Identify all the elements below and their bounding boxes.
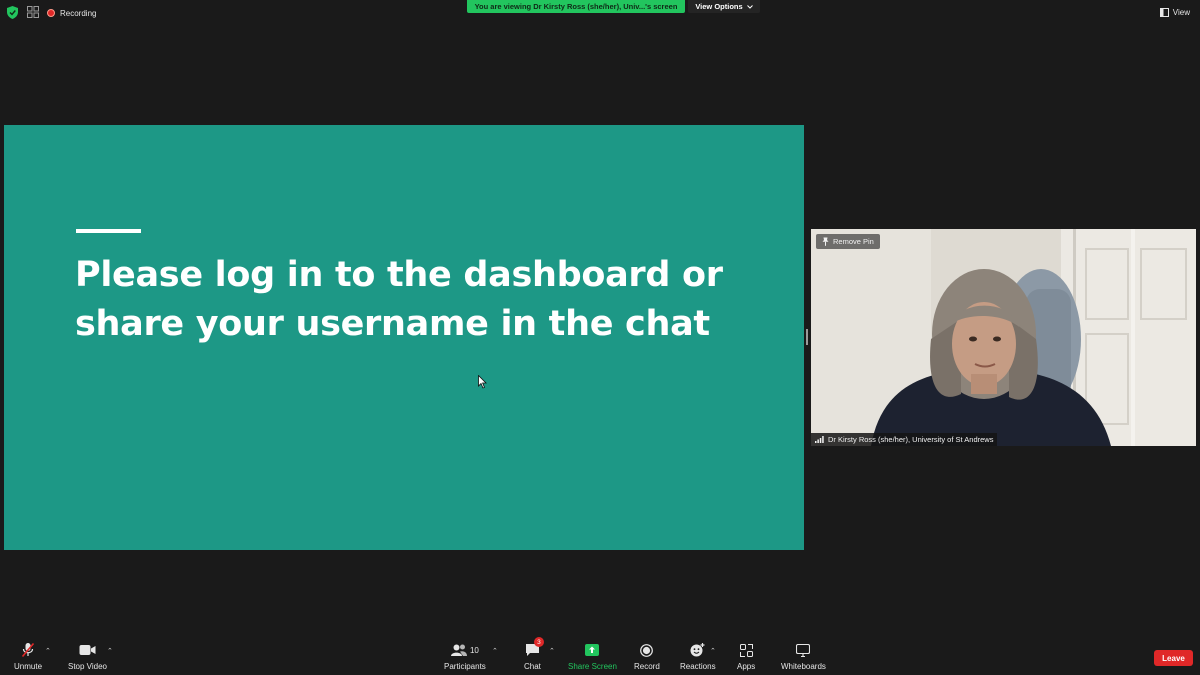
leave-meeting-button[interactable]: Leave [1154, 650, 1193, 666]
security-shield-icon[interactable] [7, 6, 18, 19]
stop-video-label: Stop Video [68, 662, 107, 671]
share-screen-button[interactable]: Share Screen [568, 642, 617, 671]
participants-count: 10 [469, 645, 479, 655]
apps-label: Apps [737, 662, 756, 671]
audio-options-chevron-icon[interactable]: ⌃ [45, 647, 51, 655]
slide-accent-rule [76, 229, 141, 233]
smiley-reaction-icon [690, 643, 705, 657]
reactions-options-chevron-icon[interactable]: ⌃ [710, 647, 716, 655]
unmute-button[interactable]: Unmute [14, 642, 42, 671]
whiteboards-button[interactable]: Whiteboards [781, 642, 826, 671]
signal-strength-icon [815, 436, 824, 443]
record-label: Record [634, 662, 660, 671]
viewing-screen-banner: You are viewing Dr Kirsty Ross (she/her)… [467, 0, 685, 13]
pin-icon [822, 237, 829, 246]
whiteboard-icon [796, 643, 811, 657]
video-camera-icon [79, 645, 96, 655]
chevron-down-icon [746, 4, 753, 9]
record-button[interactable]: Record [634, 642, 660, 671]
microphone-muted-icon [21, 642, 35, 658]
video-options-chevron-icon[interactable]: ⌃ [107, 647, 113, 655]
view-options-label: View Options [695, 2, 743, 11]
recording-dot-icon [47, 9, 55, 17]
participants-button[interactable]: 10 Participants [444, 642, 486, 671]
recording-indicator[interactable]: Recording [47, 6, 96, 20]
participant-name-bar: Dr Kirsty Ross (she/her), University of … [811, 433, 998, 446]
share-screen-icon [585, 644, 600, 656]
chat-options-chevron-icon[interactable]: ⌃ [549, 647, 555, 655]
slide-heading-line-1: Please log in to the dashboard or [75, 255, 723, 295]
participants-label: Participants [444, 662, 486, 671]
participant-name: Dr Kirsty Ross (she/her), University of … [828, 435, 994, 444]
panel-resize-handle[interactable] [806, 329, 808, 345]
shared-screen-slide: Please log in to the dashboard or share … [4, 125, 804, 550]
share-screen-label: Share Screen [568, 662, 617, 671]
slide-heading: Please log in to the dashboard or share … [75, 251, 775, 349]
remove-pin-button[interactable]: Remove Pin [816, 234, 880, 249]
apps-icon [739, 643, 753, 657]
slide-heading-line-2: share your username in the chat [75, 304, 710, 344]
participants-icon [450, 644, 467, 656]
remove-pin-label: Remove Pin [833, 237, 874, 246]
chat-button[interactable]: 3 Chat [524, 637, 544, 671]
participant-video-tile[interactable]: Remove Pin Dr Kirsty Ross (she/her), Uni… [811, 229, 1196, 446]
chat-label: Chat [524, 662, 541, 671]
top-bar: Recording You are viewing Dr Kirsty Ross… [0, 0, 1200, 26]
view-layout-icon [1159, 7, 1169, 17]
reactions-label: Reactions [680, 662, 716, 671]
whiteboards-label: Whiteboards [781, 662, 826, 671]
stop-video-button[interactable]: Stop Video [68, 642, 107, 671]
apps-button[interactable]: Apps [737, 642, 755, 671]
participants-options-chevron-icon[interactable]: ⌃ [492, 647, 498, 655]
recording-label: Recording [60, 8, 97, 18]
meeting-controls-toolbar: Unmute ⌃ Stop Video ⌃ 10 Participants ⌃ … [0, 637, 1200, 675]
gallery-grid-icon[interactable] [27, 6, 39, 18]
view-layout-button[interactable]: View [1159, 5, 1190, 19]
participant-video-feed [811, 229, 1196, 446]
chat-unread-badge: 3 [533, 637, 544, 647]
record-icon [640, 643, 654, 657]
mouse-pointer-icon [478, 375, 487, 389]
view-options-button[interactable]: View Options [688, 0, 760, 13]
zoom-meeting-window: Recording You are viewing Dr Kirsty Ross… [0, 0, 1200, 675]
view-label: View [1172, 7, 1190, 17]
unmute-label: Unmute [14, 662, 43, 671]
